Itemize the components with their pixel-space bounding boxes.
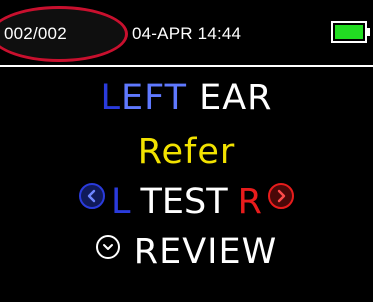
status-bar: 002/002 04-APR 14:44 (0, 0, 373, 66)
test-result: Refer (137, 132, 236, 172)
ear-side-label: LEFT (100, 78, 187, 118)
left-ear-letter[interactable]: L (111, 182, 131, 222)
ear-word: EAR (199, 78, 273, 118)
right-ear-letter[interactable]: R (238, 182, 262, 222)
review-label[interactable]: REVIEW (134, 232, 277, 272)
ear-heading: LEFT EAR (0, 78, 373, 118)
battery-level (335, 25, 363, 39)
ear-side-rest: EFT (120, 78, 187, 118)
date-time: 04-APR 14:44 (132, 24, 242, 43)
ear-side-first: L (100, 78, 121, 118)
chevron-down-icon[interactable] (95, 235, 120, 259)
record-counter: 002/002 (4, 24, 67, 43)
status-divider (0, 65, 373, 67)
battery-icon (331, 21, 367, 43)
device-screen: 002/002 04-APR 14:44 LEFT EAR Refer L TES… (0, 0, 373, 302)
test-label[interactable]: TEST (141, 182, 228, 222)
review-row[interactable]: REVIEW (0, 232, 373, 272)
chevron-right-icon[interactable] (267, 183, 294, 209)
test-row[interactable]: L TEST R (0, 182, 373, 222)
battery-tip (367, 28, 370, 36)
chevron-left-icon[interactable] (79, 183, 106, 209)
